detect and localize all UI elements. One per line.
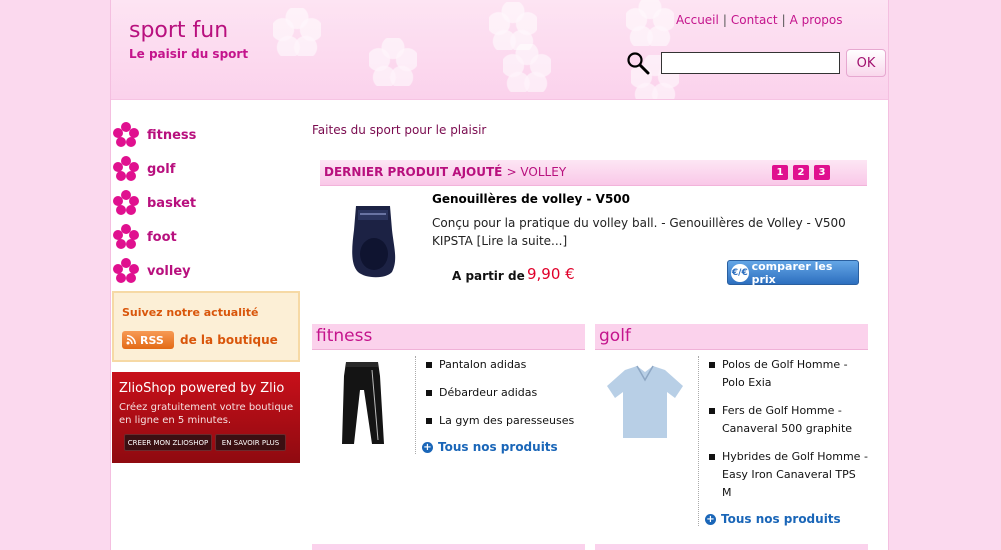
featured-product-description: Conçu pour la pratique du volley ball. -… bbox=[432, 216, 846, 248]
category-box-golf: golf Polos de Golf Homme - Polo Exia Fer… bbox=[595, 324, 868, 526]
plus-icon: + bbox=[705, 513, 716, 525]
sidebar: fitness golf basket foot volley Suivez n… bbox=[111, 118, 301, 463]
category-product-list: Polos de Golf Homme - Polo Exia Fers de … bbox=[698, 356, 868, 526]
all-products-link[interactable]: + Tous nos produits bbox=[705, 512, 868, 526]
flower-icon bbox=[113, 122, 139, 147]
sidebar-item-label: golf bbox=[147, 161, 176, 177]
price-label: A partir de bbox=[452, 269, 525, 283]
flower-icon bbox=[113, 190, 139, 215]
category-product-list: Pantalon adidas Débardeur adidas La gym … bbox=[415, 356, 585, 454]
category-box-title[interactable]: fitness bbox=[312, 324, 585, 350]
sidebar-item-label: fitness bbox=[147, 127, 197, 143]
nav-separator: | bbox=[781, 13, 786, 27]
site-title[interactable]: sport fun bbox=[129, 18, 228, 43]
latest-product-category-link[interactable]: > VOLLEY bbox=[507, 165, 567, 179]
nav-link-a-propos[interactable]: A propos bbox=[790, 13, 843, 27]
product-link[interactable]: Débardeur adidas bbox=[426, 384, 585, 402]
category-box-fitness: fitness Pantalon adidas Débardeur adidas… bbox=[312, 324, 585, 454]
latest-product-label: DERNIER PRODUIT AJOUTÉ bbox=[324, 165, 503, 179]
flower-decoration bbox=[369, 38, 417, 86]
sidebar-item-golf[interactable]: golf bbox=[111, 152, 301, 186]
sidebar-item-label: volley bbox=[147, 263, 191, 279]
product-link[interactable]: Polos de Golf Homme - Polo Exia bbox=[709, 356, 868, 392]
top-nav: Accueil | Contact | A propos bbox=[676, 13, 843, 27]
header: sport fun Le paisir du sport Accueil | Con… bbox=[111, 0, 888, 100]
euro-icon: €/€ bbox=[731, 263, 749, 282]
product-link[interactable]: Pantalon adidas bbox=[426, 356, 585, 374]
plus-icon: + bbox=[422, 441, 433, 453]
pager-button-3[interactable]: 3 bbox=[814, 165, 830, 180]
category-box-header-partial bbox=[312, 544, 585, 550]
pants-image[interactable] bbox=[312, 360, 412, 450]
latest-product-title: DERNIER PRODUIT AJOUTÉ > VOLLEY bbox=[324, 165, 566, 179]
product-link[interactable]: Hybrides de Golf Homme - Easy Iron Canav… bbox=[709, 448, 868, 502]
nav-link-contact[interactable]: Contact bbox=[731, 13, 778, 27]
price-value: 9,90 € bbox=[527, 265, 575, 283]
nav-link-accueil[interactable]: Accueil bbox=[676, 13, 719, 27]
news-box: Suivez notre actualité RSS de la boutiqu… bbox=[112, 291, 300, 362]
sidebar-item-basket[interactable]: basket bbox=[111, 186, 301, 220]
search-icon bbox=[627, 52, 650, 75]
zlio-banner: ZlioShop powered by Zlio Créez gratuitem… bbox=[112, 372, 300, 463]
pager-button-1[interactable]: 1 bbox=[772, 165, 788, 180]
zlio-title: ZlioShop powered by Zlio bbox=[119, 381, 285, 396]
latest-product-bar: DERNIER PRODUIT AJOUTÉ > VOLLEY 1 2 3 bbox=[320, 160, 867, 186]
page: sport fun Le paisir du sport Accueil | Con… bbox=[110, 0, 889, 550]
create-zlioshop-button[interactable]: CREER MON ZLIOSHOP bbox=[124, 434, 212, 451]
compare-prices-label: comparer les prix bbox=[751, 259, 833, 286]
flower-decoration bbox=[503, 44, 551, 92]
rss-icon bbox=[126, 335, 136, 345]
knee-pad-image[interactable] bbox=[342, 200, 404, 280]
flower-decoration bbox=[273, 8, 321, 56]
sidebar-item-label: basket bbox=[147, 195, 197, 211]
rss-label: RSS bbox=[140, 333, 164, 347]
search-ok-button[interactable]: OK bbox=[846, 49, 886, 77]
sidebar-item-volley[interactable]: volley bbox=[111, 254, 301, 288]
flower-icon bbox=[113, 224, 139, 249]
site-tagline: Le paisir du sport bbox=[129, 47, 249, 61]
featured-product-name[interactable]: Genouillères de volley - V500 bbox=[432, 192, 630, 206]
product-link[interactable]: La gym des paresseuses bbox=[426, 412, 585, 430]
flower-icon bbox=[113, 156, 139, 181]
flower-decoration bbox=[626, 0, 674, 46]
sidebar-item-foot[interactable]: foot bbox=[111, 220, 301, 254]
all-products-link[interactable]: + Tous nos produits bbox=[422, 440, 585, 454]
news-boutique-text[interactable]: de la boutique bbox=[180, 333, 278, 347]
product-link[interactable]: Fers de Golf Homme - Canaveral 500 graph… bbox=[709, 402, 868, 438]
category-box-title[interactable]: golf bbox=[595, 324, 868, 350]
sidebar-item-label: foot bbox=[147, 229, 177, 245]
pager-button-2[interactable]: 2 bbox=[793, 165, 809, 180]
all-products-label: Tous nos produits bbox=[438, 440, 558, 454]
category-box-header-partial bbox=[595, 544, 868, 550]
compare-prices-button[interactable]: €/€ comparer les prix bbox=[727, 259, 859, 286]
zlio-text: Créez gratuitement votre boutique en lig… bbox=[119, 402, 294, 426]
all-products-label: Tous nos produits bbox=[721, 512, 841, 526]
nav-separator: | bbox=[722, 13, 727, 27]
sidebar-item-fitness[interactable]: fitness bbox=[111, 118, 301, 152]
flower-decoration bbox=[489, 2, 537, 50]
search-input[interactable] bbox=[661, 52, 840, 74]
news-title: Suivez notre actualité bbox=[122, 306, 259, 319]
rss-button[interactable]: RSS bbox=[122, 331, 174, 349]
learn-more-button[interactable]: EN SAVOIR PLUS bbox=[215, 434, 286, 451]
polo-shirt-image[interactable] bbox=[595, 360, 695, 450]
flower-icon bbox=[113, 258, 139, 283]
intro-text: Faites du sport pour le plaisir bbox=[312, 123, 487, 137]
